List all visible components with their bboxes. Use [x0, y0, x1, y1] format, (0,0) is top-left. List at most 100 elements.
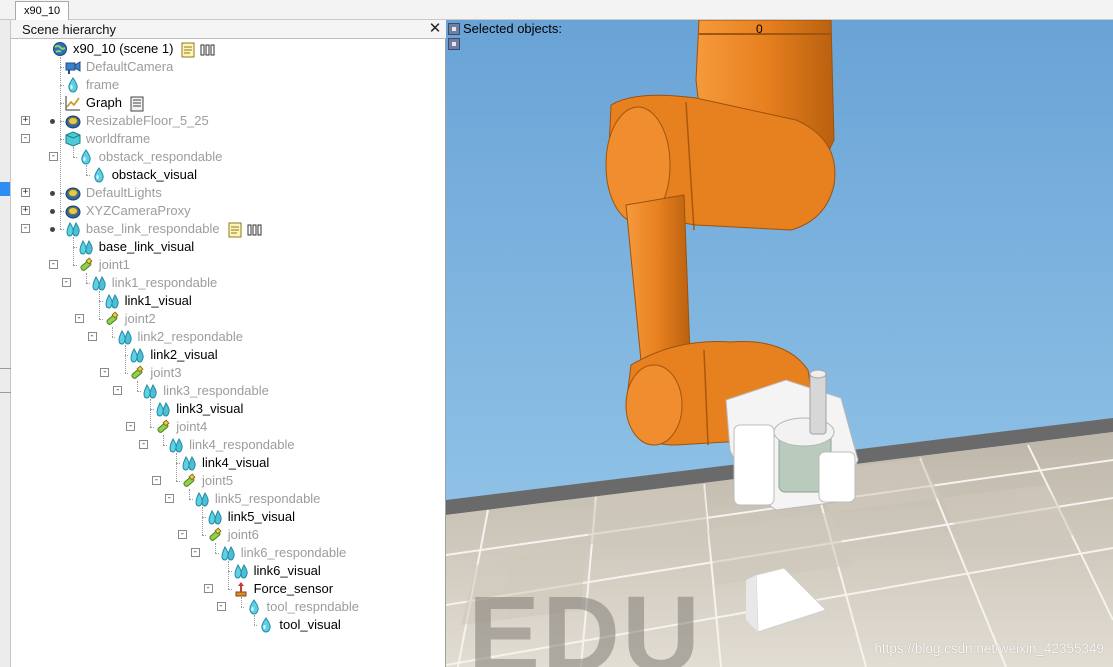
- viewport-minimize-button[interactable]: [448, 23, 460, 35]
- tree-row[interactable]: link1_visual: [11, 292, 446, 310]
- tree-item-label[interactable]: joint5: [202, 473, 233, 489]
- collapse-toggle[interactable]: -: [100, 368, 110, 377]
- scene-render[interactable]: [446, 20, 1113, 667]
- expand-toggle[interactable]: +: [21, 188, 30, 197]
- tree-row[interactable]: link2_visual: [11, 346, 446, 364]
- collapse-toggle[interactable]: -: [48, 260, 58, 269]
- tree-row[interactable]: - joint4: [11, 418, 446, 436]
- tree-row[interactable]: - joint5: [11, 472, 446, 490]
- tree-row[interactable]: - link5_respondable: [11, 490, 446, 508]
- tree-row[interactable]: link4_visual: [11, 454, 446, 472]
- tree-row[interactable]: - link2_respondable: [11, 328, 446, 346]
- tree-row[interactable]: - worldframe: [11, 130, 446, 148]
- tree-row[interactable]: + XYZCameraProxy: [11, 202, 446, 220]
- collapse-toggle[interactable]: -: [113, 386, 123, 395]
- tree-item-label[interactable]: x90_10 (scene 1): [73, 41, 173, 57]
- collapse-toggle[interactable]: -: [177, 530, 187, 539]
- tree-item-label[interactable]: DefaultCamera: [86, 59, 173, 75]
- tree-item-label[interactable]: joint4: [176, 419, 207, 435]
- tree-item-label[interactable]: link1_visual: [125, 293, 192, 309]
- tree-row[interactable]: - tool_respndable: [11, 598, 446, 616]
- visibility-dot[interactable]: [49, 119, 55, 124]
- tree-item-label[interactable]: joint6: [228, 527, 259, 543]
- tree-item-label[interactable]: joint2: [125, 311, 156, 327]
- collapse-toggle[interactable]: -: [164, 494, 174, 503]
- tree-item-label[interactable]: worldframe: [86, 131, 150, 147]
- collapse-toggle[interactable]: -: [152, 476, 161, 485]
- tree-item-label[interactable]: link2_visual: [150, 347, 217, 363]
- collapse-toggle[interactable]: -: [216, 602, 226, 611]
- tree-item-label[interactable]: obstack_respondable: [99, 149, 223, 165]
- tree-row[interactable]: - link4_respondable: [11, 436, 446, 454]
- visibility-dot[interactable]: [49, 227, 55, 232]
- tree-row[interactable]: link3_visual: [11, 400, 446, 418]
- scene-tab[interactable]: x90_10: [15, 1, 70, 20]
- tree-item-label[interactable]: link4_respondable: [189, 437, 295, 453]
- tree-row[interactable]: - base_link_respondable: [11, 220, 446, 238]
- tree-item-label[interactable]: link5_visual: [228, 509, 295, 525]
- tree-item-label[interactable]: link5_respondable: [215, 491, 321, 507]
- collapse-toggle[interactable]: -: [21, 134, 30, 143]
- tree-item-label[interactable]: DefaultLights: [86, 185, 162, 201]
- collapse-toggle[interactable]: -: [190, 548, 200, 557]
- tree-item-label[interactable]: joint1: [99, 257, 130, 273]
- collapse-toggle[interactable]: -: [61, 278, 71, 287]
- selected-toolbar-marker[interactable]: [0, 182, 10, 196]
- visibility-dot[interactable]: [49, 191, 55, 196]
- tree-row[interactable]: obstack_visual: [11, 166, 446, 184]
- tree-row[interactable]: DefaultCamera: [11, 58, 446, 76]
- tree-item-label[interactable]: base_link_respondable: [86, 221, 220, 237]
- visibility-dot[interactable]: [49, 209, 55, 214]
- tree-item-label[interactable]: XYZCameraProxy: [86, 203, 191, 219]
- scene-viewport[interactable]: Selected objects: 0 EDU https://blog.csd…: [446, 20, 1113, 667]
- tree-row[interactable]: base_link_visual: [11, 238, 446, 256]
- tree-row[interactable]: - obstack_respondable: [11, 148, 446, 166]
- tree-row[interactable]: link5_visual: [11, 508, 446, 526]
- collapse-toggle[interactable]: -: [74, 314, 84, 323]
- tree-row[interactable]: Graph: [11, 94, 446, 112]
- tree-item-label[interactable]: link2_respondable: [138, 329, 244, 345]
- tree-item-label[interactable]: link3_visual: [176, 401, 243, 417]
- viewport-restore-button[interactable]: [448, 38, 460, 50]
- tree-item-label[interactable]: obstack_visual: [112, 167, 197, 183]
- tree-guide-line: [189, 489, 190, 499]
- tree-item-label[interactable]: link4_visual: [202, 455, 269, 471]
- tree-row[interactable]: - link6_respondable: [11, 544, 446, 562]
- collapse-toggle[interactable]: -: [48, 152, 58, 161]
- tree-item-label[interactable]: link1_respondable: [112, 275, 218, 291]
- shape-drop-icon: [258, 617, 274, 633]
- collapse-toggle[interactable]: -: [139, 440, 149, 449]
- close-icon[interactable]: ✕: [427, 21, 443, 37]
- tree-guide-line: [163, 445, 168, 446]
- tree-row[interactable]: - joint6: [11, 526, 446, 544]
- collapse-toggle[interactable]: -: [203, 584, 213, 593]
- collapse-toggle[interactable]: -: [87, 332, 97, 341]
- tree-item-label[interactable]: frame: [86, 77, 119, 93]
- tree-row[interactable]: + ResizableFloor_5_25: [11, 112, 446, 130]
- tree-row[interactable]: + DefaultLights: [11, 184, 446, 202]
- tree-row[interactable]: - joint1: [11, 256, 446, 274]
- expand-toggle[interactable]: +: [21, 206, 30, 215]
- tree-item-label[interactable]: link6_respondable: [241, 545, 347, 561]
- tree-item-label[interactable]: joint3: [150, 365, 181, 381]
- expand-toggle[interactable]: +: [21, 116, 30, 125]
- tree-row[interactable]: x90_10 (scene 1): [11, 40, 446, 58]
- tree-item-label[interactable]: Graph: [86, 95, 122, 111]
- tree-row[interactable]: - link3_respondable: [11, 382, 446, 400]
- tree-item-label[interactable]: ResizableFloor_5_25: [86, 113, 209, 129]
- tree-item-label[interactable]: link6_visual: [254, 563, 321, 579]
- tree-item-label[interactable]: base_link_visual: [99, 239, 194, 255]
- shape-drop-icon: [246, 599, 262, 615]
- tree-item-label[interactable]: tool_visual: [279, 617, 340, 633]
- tree-item-label[interactable]: link3_respondable: [163, 383, 269, 399]
- tree-row[interactable]: - joint3: [11, 364, 446, 382]
- tree-row[interactable]: tool_visual: [11, 616, 446, 634]
- collapse-toggle[interactable]: -: [126, 422, 136, 431]
- collapse-toggle[interactable]: -: [21, 224, 30, 233]
- tree-item-label[interactable]: Force_sensor: [254, 581, 333, 597]
- dummy-cube-icon: [65, 131, 81, 147]
- tree-item-label[interactable]: tool_respndable: [267, 599, 360, 615]
- tree-row[interactable]: - link1_respondable: [11, 274, 446, 292]
- tree-row[interactable]: frame: [11, 76, 446, 94]
- tree-row[interactable]: - joint2: [11, 310, 446, 328]
